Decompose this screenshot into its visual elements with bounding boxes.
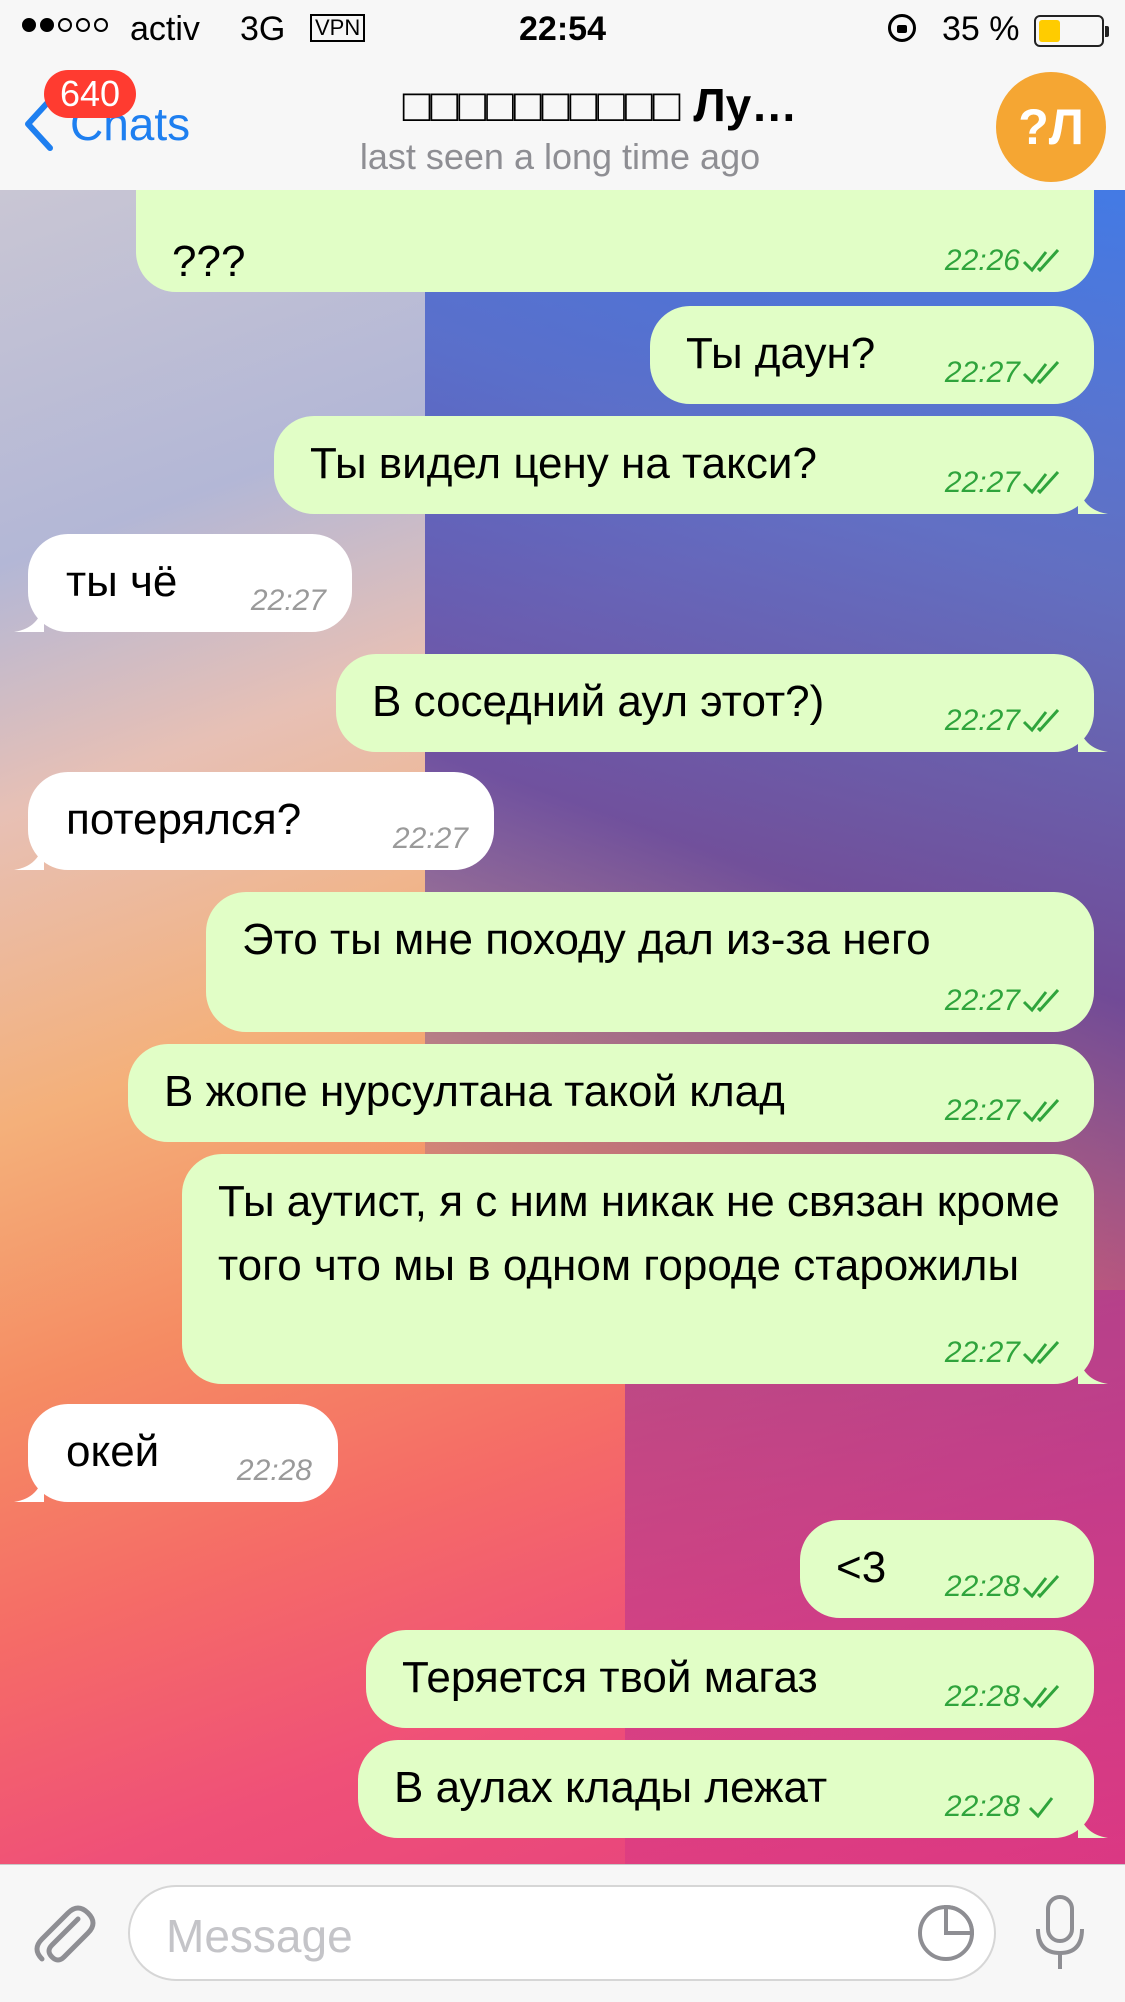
message-list[interactable]: ??? 22:26 Ты даун? 22:27 Ты видел цену н… <box>0 190 1125 1864</box>
chat-header: Chats 640 □□□□□□□□□□ Лу… last seen a lon… <box>0 62 1125 191</box>
message-time: 22:28 <box>944 1570 1020 1603</box>
message-time: 22:27 <box>250 584 326 617</box>
single-check-icon <box>1028 1797 1054 1819</box>
message-bubble-outgoing[interactable]: <3 22:28 <box>800 1520 1094 1618</box>
double-check-icon <box>1022 1098 1060 1123</box>
avatar[interactable]: ?Л <box>996 72 1106 182</box>
chat-title[interactable]: □□□□□□□□□□ Лу… <box>240 78 960 132</box>
rotation-lock-icon <box>888 14 916 42</box>
message-bubble-outgoing[interactable]: Ты аутист, я с ним никак не связан кроме… <box>182 1154 1108 1384</box>
message-time: 22:28 <box>944 1790 1020 1823</box>
message-time: 22:27 <box>944 466 1020 499</box>
double-check-icon <box>1022 708 1060 733</box>
bubble-tail <box>14 840 44 870</box>
bubble-tail <box>1078 1354 1108 1384</box>
double-check-icon <box>1022 248 1060 273</box>
message-text: ты чё <box>66 557 178 606</box>
message-time: 22:26 <box>944 244 1020 277</box>
message-time: 22:27 <box>392 822 468 855</box>
message-bubble-outgoing[interactable]: ??? 22:26 <box>136 190 1094 292</box>
message-time: 22:28 <box>236 1454 312 1487</box>
message-text: Это ты мне походу дал из-за него <box>242 915 931 964</box>
status-bar: activ 3G VPN 22:54 35 % <box>0 0 1125 62</box>
message-text: Ты даун? <box>686 329 876 378</box>
bubble-tail <box>1078 722 1108 752</box>
message-time: 22:27 <box>944 1094 1020 1127</box>
message-time: 22:28 <box>944 1680 1020 1713</box>
bubble-tail <box>1078 484 1108 514</box>
microphone-icon[interactable] <box>1030 1893 1090 1975</box>
message-placeholder: Message <box>166 1910 353 1962</box>
double-check-icon <box>1022 1340 1060 1365</box>
message-input[interactable]: Message <box>128 1885 996 1981</box>
double-check-icon <box>1022 1684 1060 1709</box>
message-bubble-outgoing[interactable]: Ты видел цену на такси? 22:27 <box>274 416 1108 514</box>
message-text: окей <box>66 1427 160 1476</box>
message-bubble-outgoing[interactable]: Это ты мне походу дал из-за него 22:27 <box>206 892 1094 1032</box>
message-text: <3 <box>836 1543 887 1592</box>
message-time: 22:27 <box>944 704 1020 737</box>
paperclip-icon[interactable] <box>28 1901 98 1971</box>
bubble-tail <box>14 1472 44 1502</box>
message-time: 22:27 <box>944 984 1020 1017</box>
message-text: В жопе нурсултана такой клад <box>164 1067 785 1116</box>
double-check-icon <box>1022 1574 1060 1599</box>
battery-icon <box>1034 15 1109 47</box>
double-check-icon <box>1022 988 1060 1013</box>
message-bubble-incoming[interactable]: окей 22:28 <box>14 1404 338 1502</box>
message-bubble-outgoing[interactable]: В соседний аул этот?) 22:27 <box>336 654 1108 752</box>
message-text: В соседний аул этот?) <box>372 677 825 726</box>
message-text: В аулах клады лежат <box>394 1763 828 1812</box>
battery-percent: 35 % <box>942 10 1020 48</box>
double-check-icon <box>1022 360 1060 385</box>
unread-badge: 640 <box>44 70 137 118</box>
double-check-icon <box>1022 470 1060 495</box>
message-bubble-incoming[interactable]: потерялся? 22:27 <box>14 772 494 870</box>
message-bubble-outgoing[interactable]: В жопе нурсултана такой клад 22:27 <box>128 1044 1094 1142</box>
bubble-tail <box>1078 1808 1108 1838</box>
message-time: 22:27 <box>944 1336 1020 1369</box>
message-bubble-outgoing[interactable]: Ты даун? 22:27 <box>650 306 1094 404</box>
message-text: Ты аутист, я с ним никак не связан кроме… <box>218 1177 1060 1290</box>
message-text: ??? <box>172 237 246 286</box>
message-text: Теряется твой магаз <box>402 1653 818 1702</box>
message-input-bar: Message <box>0 1864 1125 2002</box>
message-bubble-outgoing[interactable]: Теряется твой магаз 22:28 <box>366 1630 1094 1728</box>
last-seen-status: last seen a long time ago <box>359 136 761 177</box>
sticker-icon[interactable] <box>916 1903 976 1963</box>
message-text: потерялся? <box>66 795 302 844</box>
message-bubble-incoming[interactable]: ты чё 22:27 <box>14 534 352 632</box>
message-time: 22:27 <box>944 356 1020 389</box>
message-bubble-outgoing[interactable]: В аулах клады лежат 22:28 <box>358 1740 1108 1838</box>
bubble-tail <box>14 602 44 632</box>
message-text: Ты видел цену на такси? <box>310 439 817 488</box>
